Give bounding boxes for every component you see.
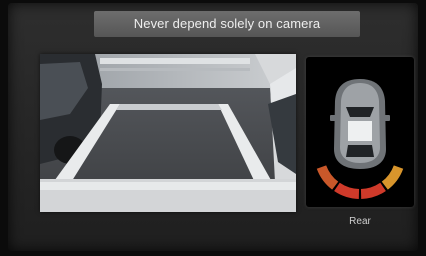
rear-camera-view <box>40 54 296 212</box>
parking-sensor-panel <box>306 57 414 207</box>
sensor-zone-outer-left <box>316 165 339 190</box>
rear-sensor-label: Rear <box>349 216 371 227</box>
display-screen: Never depend solely on camera Rear <box>8 3 418 251</box>
rear-sensor-zones <box>316 165 404 199</box>
sensor-zone-center-right <box>360 182 386 199</box>
camera-warning-banner: Never depend solely on camera <box>94 11 360 37</box>
sensor-zone-center-left <box>334 182 360 199</box>
camera-image <box>40 54 296 212</box>
car-top-view-icon <box>330 79 390 169</box>
sensor-zone-outer-right <box>381 165 404 190</box>
